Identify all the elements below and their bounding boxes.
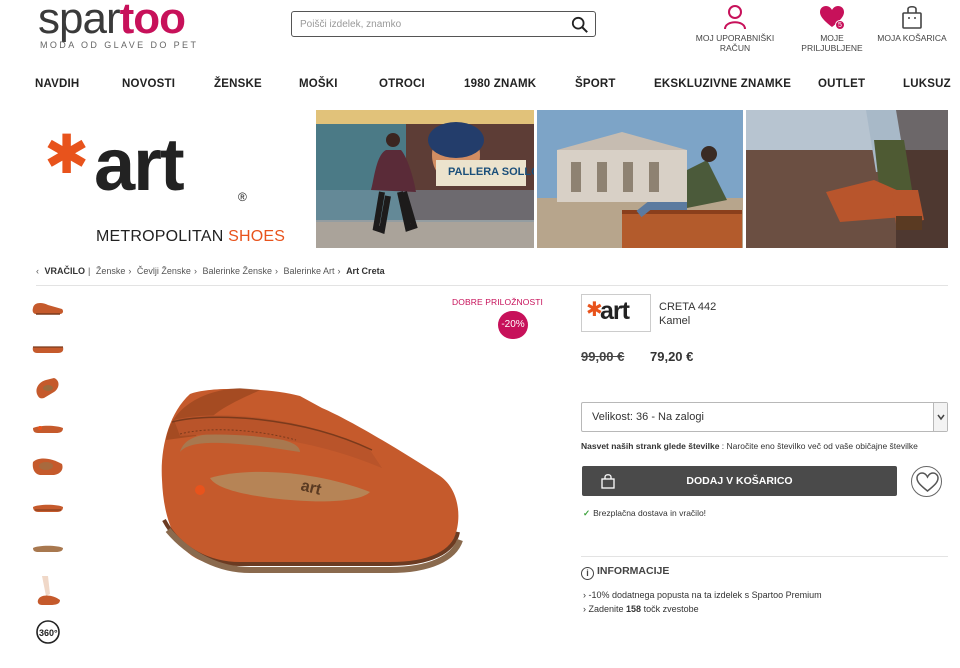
breadcrumb-item[interactable]: Balerinke Art bbox=[284, 266, 335, 276]
free-delivery-note: ✓ Brezplačna dostava in vračilo! bbox=[583, 508, 707, 518]
thumbnail[interactable] bbox=[30, 374, 66, 400]
divider bbox=[36, 285, 948, 286]
product-main-image[interactable]: art bbox=[150, 380, 470, 580]
thumbnail[interactable] bbox=[30, 334, 66, 360]
nav-luksuz[interactable]: LUKSUZ bbox=[903, 78, 951, 90]
size-select[interactable]: Velikost: 36 - Na zalogi bbox=[581, 402, 948, 432]
site-header: spartoo MODA OD GLAVE DO PET MOJ UPORABN… bbox=[0, 0, 960, 62]
old-price: 99,00 € bbox=[581, 349, 625, 364]
thumbnail[interactable] bbox=[30, 494, 66, 520]
cart-link[interactable]: MOJA KOŠARICA bbox=[876, 4, 948, 44]
shopping-bag-icon bbox=[601, 474, 615, 489]
breadcrumb-back[interactable]: VRAČILO bbox=[45, 266, 86, 276]
art-brand-logo: ✱ art ® METROPOLITAN SHOES bbox=[44, 123, 286, 246]
breadcrumb-current: Art Creta bbox=[346, 266, 385, 276]
new-price: 79,20 € bbox=[650, 349, 694, 364]
nav-moski[interactable]: MOŠKI bbox=[299, 78, 338, 90]
nav-1980-znamk[interactable]: 1980 ZNAMK bbox=[464, 78, 536, 90]
account-label: MOJ UPORABNIŠKI RAČUN bbox=[695, 33, 775, 53]
account-link[interactable]: MOJ UPORABNIŠKI RAČUN bbox=[680, 4, 790, 53]
search-input[interactable] bbox=[292, 12, 562, 36]
product-model: CRETA 442 bbox=[659, 301, 717, 313]
breadcrumb: ‹ VRAČILO | Ženske › Čevlji Ženske › Baleri… bbox=[36, 266, 385, 276]
discount-badge: -20% bbox=[498, 311, 528, 339]
thumbnail[interactable] bbox=[30, 294, 66, 320]
chevron-down-icon[interactable] bbox=[933, 403, 947, 431]
thumbnail[interactable] bbox=[30, 414, 66, 440]
shopping-bag-icon bbox=[902, 5, 922, 29]
search-icon[interactable] bbox=[571, 16, 589, 34]
info-icon: i bbox=[581, 567, 594, 580]
nav-zenske[interactable]: ŽENSKE bbox=[214, 78, 262, 90]
favorites-count-badge: 5 bbox=[835, 20, 845, 30]
asterisk-icon: ✱ bbox=[44, 125, 90, 185]
nav-sport[interactable]: ŠPORT bbox=[575, 78, 616, 90]
breadcrumb-item[interactable]: Čevlji Ženske bbox=[137, 266, 191, 276]
product-name: CRETA 442 Kamel bbox=[659, 300, 716, 328]
deal-label: DOBRE PRILOŽNOSTI bbox=[452, 297, 543, 307]
thumbnail[interactable] bbox=[30, 574, 66, 608]
banner-photo-bench bbox=[537, 110, 743, 248]
brand-banner[interactable]: ✱ art ® METROPOLITAN SHOES PALLERA SOLLO… bbox=[0, 110, 960, 248]
user-icon bbox=[724, 5, 746, 30]
checkmark-icon: ✓ bbox=[583, 508, 591, 518]
size-advice: Nasvet naših strank glede številke : Nar… bbox=[581, 441, 918, 451]
nav-outlet[interactable]: OUTLET bbox=[818, 78, 865, 90]
svg-text:360°: 360° bbox=[39, 628, 58, 638]
nav-navdih[interactable]: NAVDIH bbox=[35, 78, 79, 90]
favorites-label: MOJE PRILJUBLJENE bbox=[801, 33, 863, 53]
product-color: Kamel bbox=[659, 315, 691, 327]
heart-icon bbox=[916, 472, 939, 492]
info-item: › Zadenite 158 točk zvestobe bbox=[583, 604, 699, 614]
site-tagline: MODA OD GLAVE DO PET bbox=[40, 40, 199, 50]
view-360-button[interactable]: 360° bbox=[30, 619, 66, 645]
nav-ekskluzivne-znamke[interactable]: EKSKLUZIVNE ZNAMKE bbox=[654, 78, 791, 90]
favorites-link[interactable]: 5 MOJE PRILJUBLJENE bbox=[792, 4, 872, 53]
banner-photo-street: PALLERA SOLLONERA bbox=[316, 110, 534, 248]
divider bbox=[581, 556, 948, 557]
info-item: › -10% dodatnega popusta na ta izdelek s… bbox=[583, 590, 822, 600]
main-nav: NAVDIH NOVOSTI ŽENSKE MOŠKI OTROCI 1980 … bbox=[0, 70, 960, 100]
banner-photo-shoes bbox=[746, 110, 948, 248]
thumbnail[interactable] bbox=[30, 534, 66, 560]
svg-text:PALLERA SOLLONERA: PALLERA SOLLONERA bbox=[448, 166, 534, 178]
add-to-favorites-button[interactable] bbox=[911, 466, 942, 497]
breadcrumb-item[interactable]: Ženske bbox=[96, 266, 126, 276]
nav-otroci[interactable]: OTROCI bbox=[379, 78, 425, 90]
brand-logo-box[interactable]: ✱ art bbox=[581, 294, 651, 332]
cart-label: MOJA KOŠARICA bbox=[877, 33, 947, 43]
spartoo-logo[interactable]: spartoo bbox=[38, 0, 186, 44]
add-to-cart-button[interactable]: DODAJ V KOŠARICO bbox=[582, 466, 897, 496]
nav-novosti[interactable]: NOVOSTI bbox=[122, 78, 175, 90]
size-select-value: Velikost: 36 - Na zalogi bbox=[592, 411, 704, 423]
info-heading: i INFORMACIJE bbox=[581, 565, 669, 580]
breadcrumb-item[interactable]: Balerinke Ženske bbox=[202, 266, 272, 276]
thumbnail[interactable] bbox=[30, 454, 66, 480]
search-box bbox=[291, 11, 596, 37]
